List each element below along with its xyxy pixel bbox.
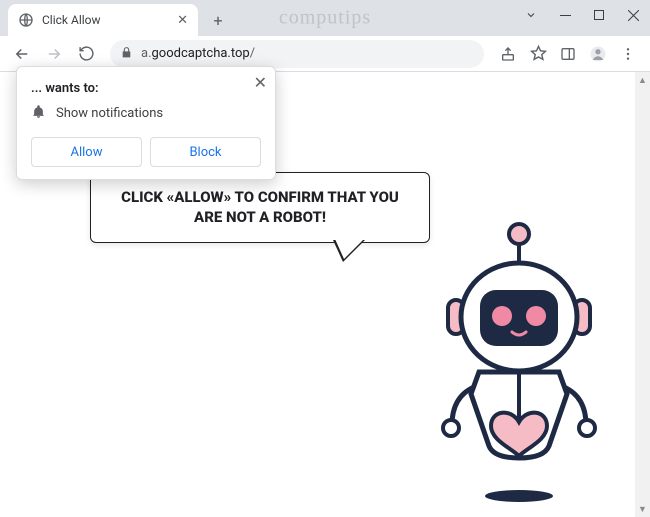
- watermark-text: computips: [279, 7, 371, 30]
- back-button[interactable]: [8, 40, 36, 68]
- page-viewport: ✕ ... wants to: Show notifications Allow…: [0, 72, 650, 517]
- minimize-button[interactable]: [548, 0, 582, 30]
- reload-button[interactable]: [72, 40, 100, 68]
- menu-dots-icon[interactable]: [614, 40, 642, 68]
- bell-icon: [31, 104, 46, 123]
- browser-tab[interactable]: Click Allow ✕: [8, 4, 198, 36]
- close-window-button[interactable]: [616, 0, 650, 30]
- titlebar: Click Allow ✕ + computips: [0, 0, 650, 36]
- close-tab-icon[interactable]: ✕: [177, 13, 188, 28]
- permission-title: ... wants to:: [31, 81, 261, 96]
- profile-icon[interactable]: [584, 40, 612, 68]
- window-controls: [514, 0, 650, 32]
- chevron-down-icon[interactable]: [514, 0, 548, 30]
- url-path: /: [250, 46, 255, 61]
- globe-icon: [18, 12, 34, 28]
- url-host-main: goodcaptcha.top: [152, 46, 250, 61]
- speech-bubble: CLICK «ALLOW» TO CONFIRM THAT YOU ARE NO…: [90, 172, 430, 243]
- url-host-prefix: a.: [141, 46, 152, 61]
- side-panel-icon[interactable]: [554, 40, 582, 68]
- block-button-label: Block: [189, 145, 221, 160]
- speech-bubble-tail: [333, 240, 365, 262]
- share-icon[interactable]: [494, 40, 522, 68]
- vertical-scrollbar[interactable]: ▲ ▼: [635, 72, 650, 517]
- scroll-down-arrow-icon[interactable]: ▼: [635, 501, 650, 517]
- permission-request-text: Show notifications: [56, 106, 163, 121]
- new-tab-button[interactable]: +: [204, 6, 232, 34]
- notification-permission-prompt: ✕ ... wants to: Show notifications Allow…: [16, 66, 276, 180]
- block-button[interactable]: Block: [150, 137, 261, 167]
- scroll-up-arrow-icon[interactable]: ▲: [635, 72, 650, 88]
- tab-title: Click Allow: [42, 13, 169, 27]
- bookmark-star-icon[interactable]: [524, 40, 552, 68]
- robot-illustration: [414, 212, 624, 516]
- address-bar[interactable]: a.goodcaptcha.top/: [110, 40, 484, 68]
- close-icon[interactable]: ✕: [254, 73, 267, 92]
- allow-button[interactable]: Allow: [31, 137, 142, 167]
- allow-button-label: Allow: [71, 145, 103, 160]
- lock-icon: [120, 44, 133, 63]
- speech-text: CLICK «ALLOW» TO CONFIRM THAT YOU ARE NO…: [107, 187, 413, 228]
- forward-button[interactable]: [40, 40, 68, 68]
- maximize-button[interactable]: [582, 0, 616, 30]
- permission-request-row: Show notifications: [31, 104, 261, 123]
- url-text: a.goodcaptcha.top/: [141, 46, 255, 61]
